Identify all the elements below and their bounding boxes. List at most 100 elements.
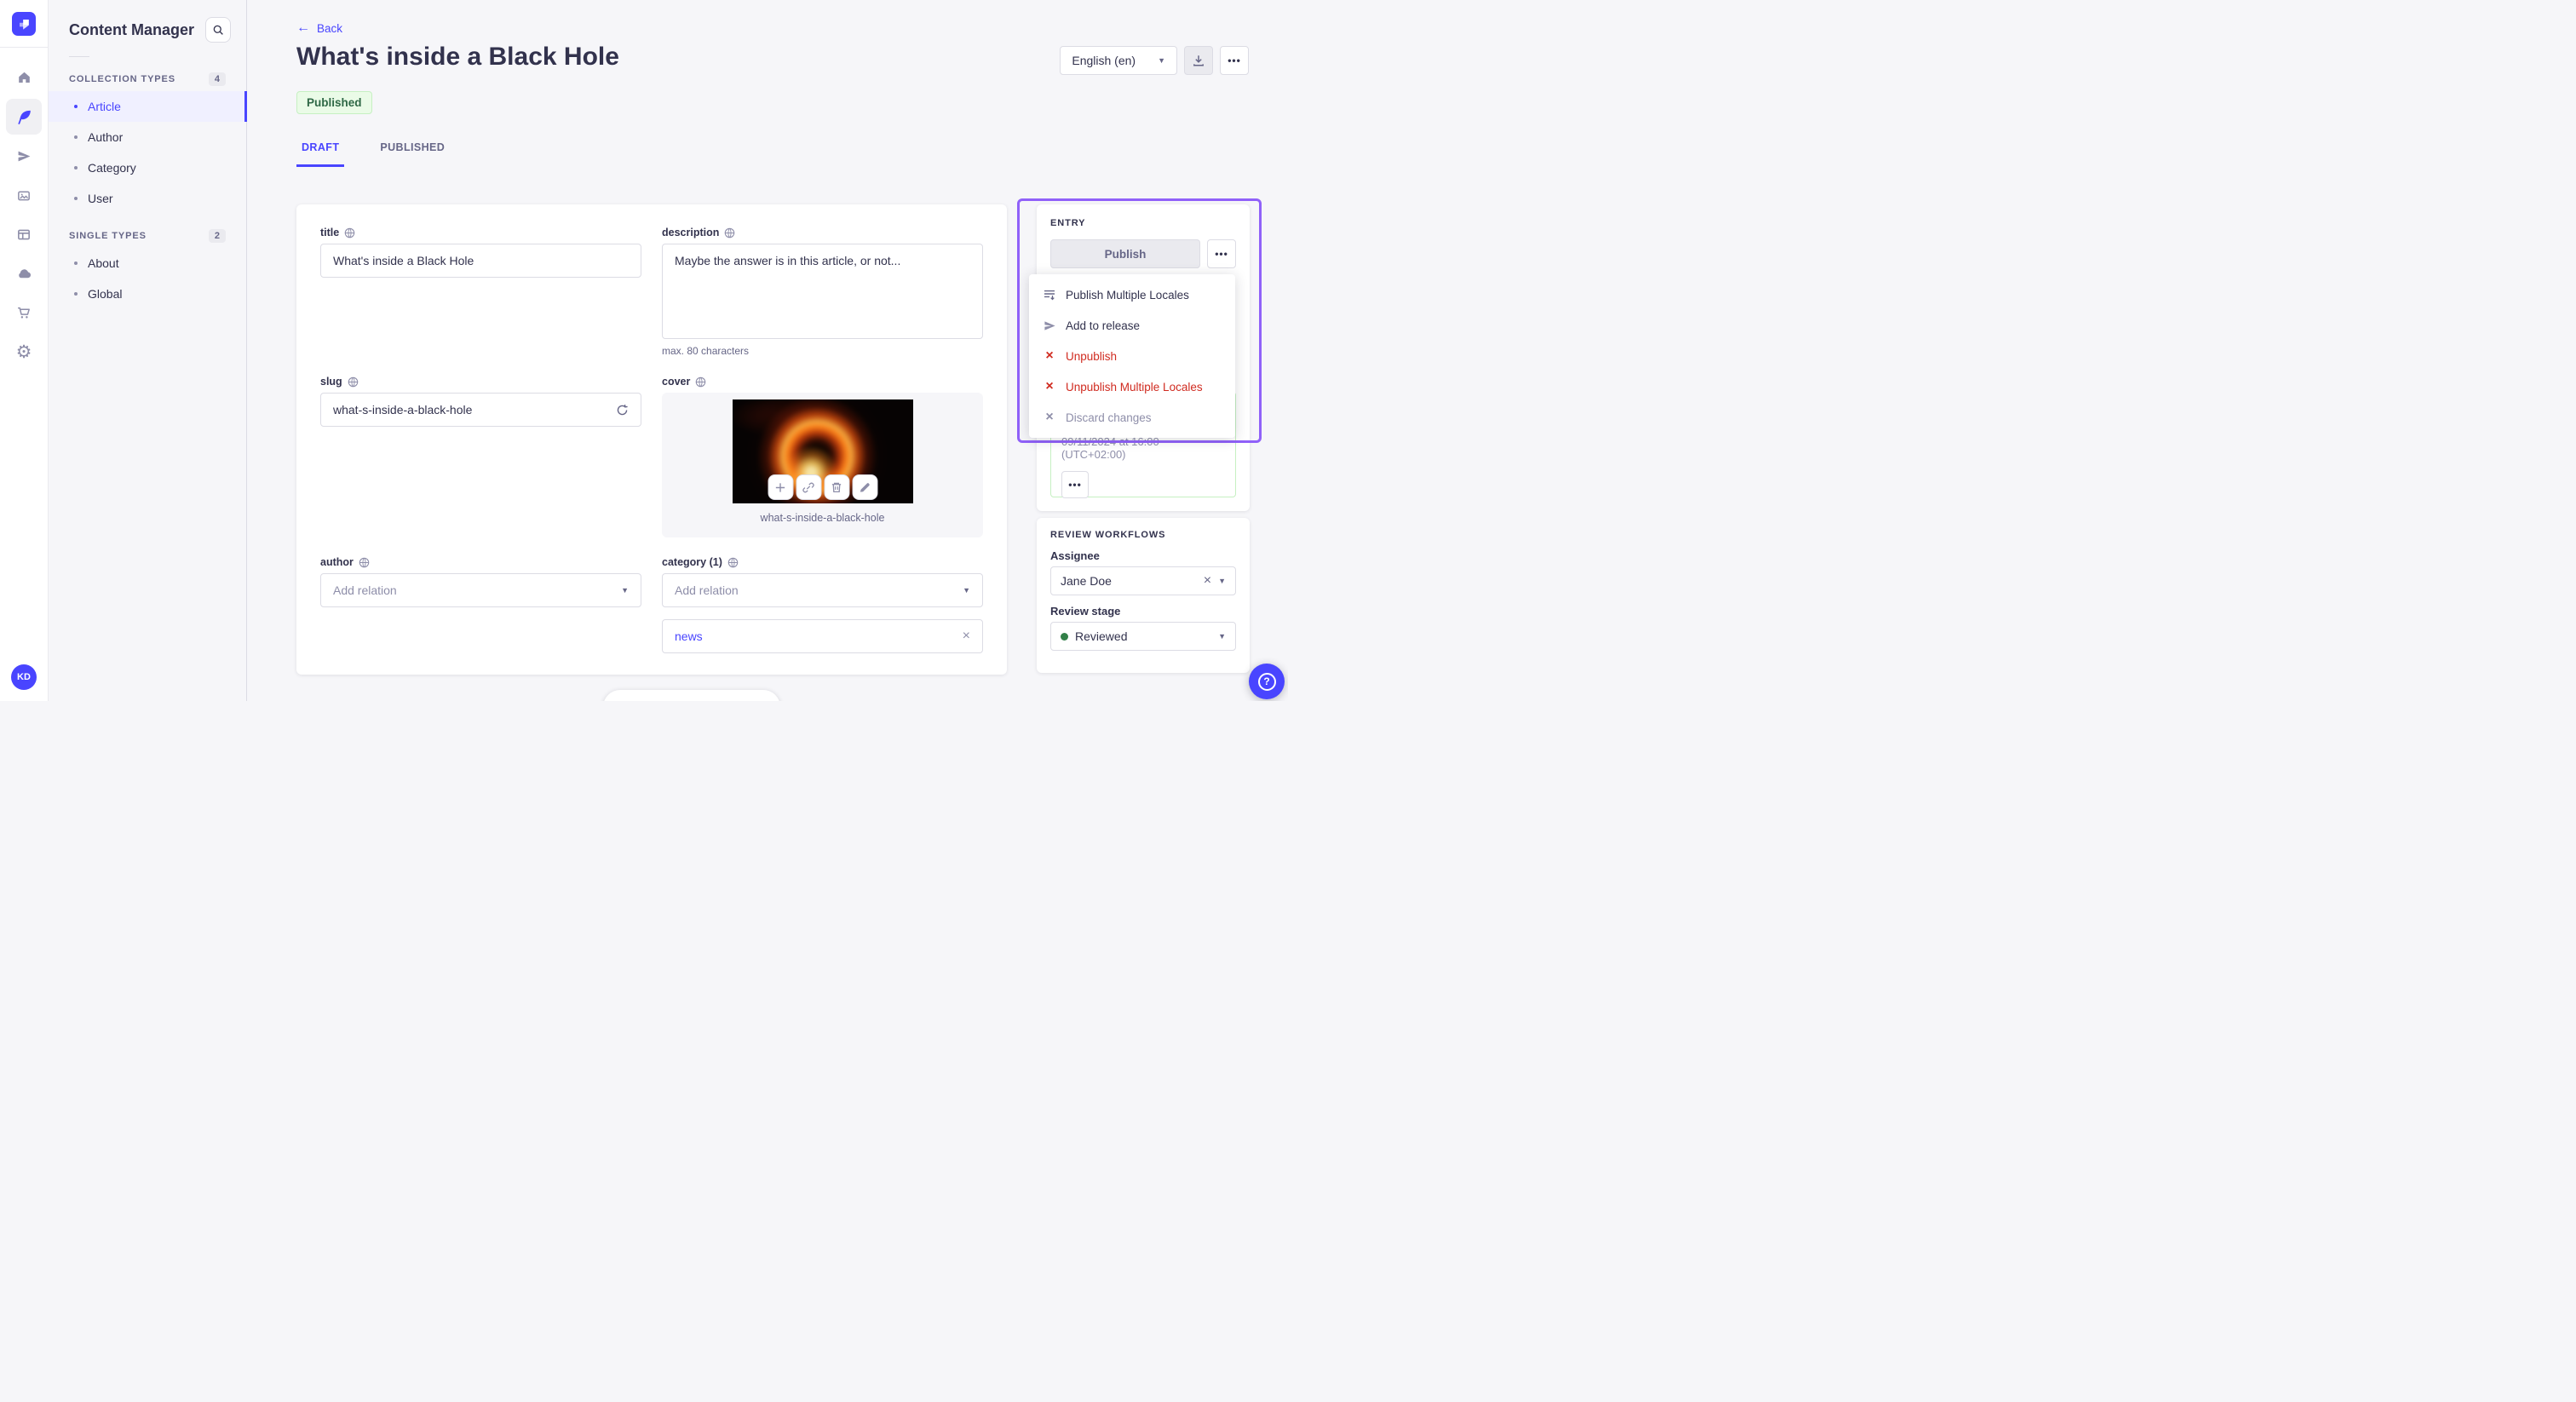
title-input[interactable]: What's inside a Black Hole (320, 244, 641, 278)
plus-icon (775, 482, 785, 492)
back-link[interactable]: ← Back (296, 21, 342, 35)
assignee-select[interactable]: Jane Doe × ▼ (1050, 566, 1236, 595)
back-label: Back (317, 21, 343, 35)
category-field-label: category (1) (662, 556, 722, 568)
cloud-icon[interactable] (6, 256, 42, 291)
publish-button[interactable]: Publish (1050, 239, 1200, 268)
author-placeholder: Add relation (333, 583, 397, 597)
category-relation-link[interactable]: news (675, 629, 703, 643)
floating-action-bar (603, 690, 780, 701)
globe-icon (725, 227, 735, 238)
author-relation-select[interactable]: Add relation ▼ (320, 573, 641, 607)
entry-actions-menu: Publish Multiple Locales Add to release … (1029, 274, 1235, 438)
releases-icon[interactable] (6, 138, 42, 174)
help-button[interactable]: ? (1249, 664, 1285, 699)
globe-icon (727, 557, 739, 567)
media-library-icon[interactable] (6, 177, 42, 213)
field-title: title What's inside a Black Hole (320, 227, 641, 357)
menu-item-unpublish-multiple-locales[interactable]: × Unpublish Multiple Locales (1029, 371, 1235, 402)
sidebar-item-author[interactable]: Author (49, 122, 246, 152)
paper-plane-icon (1043, 319, 1056, 332)
bullet-icon (74, 166, 78, 170)
tab-published[interactable]: PUBLISHED (375, 141, 450, 167)
category-relation-select[interactable]: Add relation ▼ (662, 573, 983, 607)
tab-draft[interactable]: DRAFT (296, 141, 345, 167)
field-author: author Add relation ▼ (320, 556, 641, 653)
sidebar-title: Content Manager (69, 20, 195, 38)
menu-item-publish-multiple-locales[interactable]: Publish Multiple Locales (1029, 279, 1235, 310)
stage-status-dot (1061, 632, 1068, 641)
layout-icon[interactable] (6, 216, 42, 252)
copy-link-button[interactable] (796, 474, 821, 500)
add-media-button[interactable] (768, 474, 793, 500)
collection-types-label: COLLECTION TYPES (69, 74, 176, 84)
edit-media-button[interactable] (852, 474, 877, 500)
globe-icon (344, 227, 355, 238)
schedule-more-button[interactable]: ••• (1061, 471, 1089, 498)
home-icon[interactable] (6, 60, 42, 95)
locale-selected-value: English (en) (1072, 54, 1136, 67)
download-icon (1193, 55, 1204, 66)
sidebar-item-category[interactable]: Category (49, 152, 246, 183)
clear-assignee-icon[interactable]: × (1204, 574, 1211, 588)
chevron-down-icon: ▼ (963, 586, 970, 595)
slug-input[interactable]: what-s-inside-a-black-hole (320, 393, 641, 427)
sidebar-item-global[interactable]: Global (49, 279, 246, 309)
menu-item-label: Discard changes (1066, 411, 1152, 424)
link-icon (802, 482, 814, 492)
slug-field-label: slug (320, 376, 342, 388)
entry-panel-label: ENTRY (1050, 218, 1086, 228)
sidebar-item-user[interactable]: User (49, 183, 246, 214)
more-icon: ••• (1215, 248, 1228, 260)
entry-form-card: title What's inside a Black Hole descrip… (296, 204, 1007, 675)
description-field-label: description (662, 227, 720, 238)
locale-select[interactable]: English (en) ▼ (1060, 46, 1177, 75)
remove-relation-icon[interactable]: × (963, 629, 970, 643)
sidebar-item-about[interactable]: About (49, 248, 246, 279)
menu-item-add-to-release[interactable]: Add to release (1029, 310, 1235, 341)
page-title: What's inside a Black Hole (296, 43, 619, 71)
description-helper: max. 80 characters (662, 345, 750, 357)
header-more-button[interactable]: ••• (1220, 46, 1249, 75)
assignee-value: Jane Doe (1061, 574, 1112, 588)
globe-icon (696, 376, 706, 387)
field-category: category (1) Add relation ▼ news × (662, 556, 983, 653)
content-manager-icon[interactable] (6, 99, 42, 135)
pencil-icon (860, 482, 870, 492)
publish-multiple-locales-icon (1043, 288, 1056, 302)
export-button[interactable] (1184, 46, 1213, 75)
bullet-icon (74, 292, 78, 296)
marketplace-cart-icon[interactable] (6, 295, 42, 330)
settings-gear-icon[interactable]: ⚙ (6, 334, 42, 370)
description-value: Maybe the answer is in this article, or … (675, 254, 901, 267)
description-textarea[interactable]: Maybe the answer is in this article, or … (662, 244, 983, 339)
field-slug: slug what-s-inside-a-black-hole (320, 376, 641, 537)
single-types-label: SINGLE TYPES (69, 231, 147, 241)
delete-media-button[interactable] (824, 474, 849, 500)
entry-more-button[interactable]: ••• (1207, 239, 1236, 268)
cover-image-black-hole[interactable] (732, 399, 913, 503)
review-stage-value: Reviewed (1075, 629, 1128, 643)
collection-types-count: 4 (208, 72, 226, 86)
chevron-down-icon: ▼ (621, 586, 629, 595)
cross-icon: × (1045, 410, 1054, 424)
strapi-logo-icon (20, 20, 29, 30)
regenerate-icon[interactable] (616, 404, 629, 417)
menu-item-unpublish[interactable]: × Unpublish (1029, 341, 1235, 371)
bullet-icon (74, 261, 78, 265)
menu-item-label: Add to release (1066, 319, 1141, 332)
title-field-label: title (320, 227, 340, 238)
single-types-count: 2 (208, 229, 226, 243)
field-description: description Maybe the answer is in this … (662, 227, 983, 357)
menu-item-label: Unpublish Multiple Locales (1066, 380, 1203, 394)
strapi-logo[interactable] (12, 12, 36, 36)
cover-field-label: cover (662, 376, 691, 388)
search-icon (213, 25, 223, 35)
bullet-icon (74, 197, 78, 200)
user-avatar[interactable]: KD (11, 664, 37, 690)
sidebar-item-article[interactable]: Article (49, 91, 247, 122)
review-stage-select[interactable]: Reviewed ▼ (1050, 622, 1236, 651)
sidebar-item-label: User (88, 192, 113, 205)
search-button[interactable] (205, 17, 231, 43)
globe-icon (359, 557, 370, 567)
